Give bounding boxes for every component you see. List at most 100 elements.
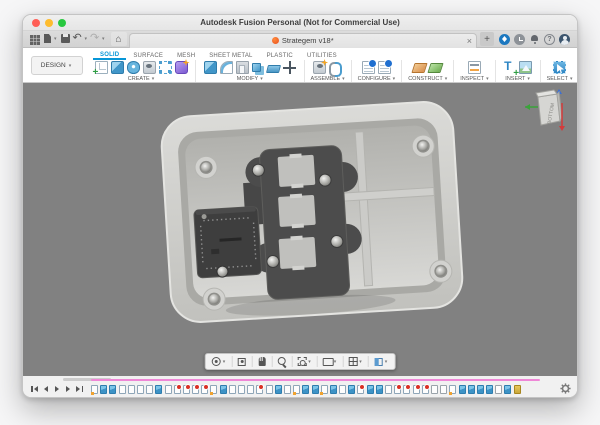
timeline-feature-40[interactable]	[448, 385, 457, 395]
timeline-settings-button[interactable]	[560, 382, 571, 394]
timeline-feature-19[interactable]	[256, 384, 265, 394]
timeline-feature-16[interactable]	[228, 385, 236, 394]
tab-mesh[interactable]: MESH	[170, 53, 202, 60]
offset-face-icon[interactable]	[266, 64, 281, 73]
timeline-feature-18[interactable]	[247, 385, 255, 394]
shell-icon[interactable]	[235, 61, 249, 74]
timeline-feature-34[interactable]	[394, 384, 403, 394]
step-forward-button[interactable]	[64, 385, 72, 393]
axis-x-arrow[interactable]	[559, 126, 565, 131]
new-component-icon[interactable]	[313, 61, 327, 74]
timeline-feature-17[interactable]	[238, 385, 245, 394]
design-workspace-dropdown[interactable]: DESIGN ▾	[31, 56, 83, 75]
display-settings-button[interactable]: ▾	[322, 356, 339, 367]
hole-icon[interactable]	[142, 61, 156, 74]
timeline-feature-47[interactable]	[513, 385, 521, 394]
timeline-feature-23[interactable]	[292, 385, 301, 395]
timeline-feature-8[interactable]	[155, 385, 163, 394]
timeline-feature-37[interactable]	[421, 384, 430, 394]
minimize-window-button[interactable]	[45, 19, 53, 27]
measure-icon[interactable]	[467, 61, 481, 74]
undo-icon[interactable]	[73, 33, 84, 45]
timeline-feature-25[interactable]	[311, 385, 319, 394]
help-icon[interactable]	[544, 33, 555, 45]
timeline-feature-14[interactable]	[209, 385, 218, 395]
timeline-feature-38[interactable]	[430, 385, 438, 394]
file-new-icon[interactable]	[42, 33, 53, 45]
close-document-icon[interactable]: ×	[467, 35, 472, 47]
notifications-icon[interactable]	[529, 34, 540, 45]
timeline-feature-28[interactable]	[339, 385, 347, 394]
zoom-window-button[interactable]	[58, 19, 66, 27]
extensions-icon[interactable]	[499, 33, 510, 45]
timeline-feature-24[interactable]	[302, 385, 310, 394]
redo-icon[interactable]	[90, 33, 101, 45]
press-pull-icon[interactable]	[203, 61, 217, 74]
job-status-icon[interactable]	[514, 33, 525, 45]
viewports-button[interactable]: ▾	[373, 356, 390, 367]
select-dropdown-label[interactable]: SELECT ▾	[547, 76, 573, 82]
timeline-feature-21[interactable]	[274, 385, 282, 394]
insert-derive-icon[interactable]	[503, 59, 519, 79]
insert-configuration-icon[interactable]	[377, 59, 393, 74]
skip-end-button[interactable]	[75, 385, 83, 393]
move-copy-icon[interactable]	[283, 61, 296, 74]
inspect-dropdown-label[interactable]: INSPECT ▾	[460, 76, 488, 82]
zoom-button[interactable]	[276, 356, 287, 367]
construct-dropdown-label[interactable]: CONSTRUCT ▾	[408, 76, 447, 82]
timeline-feature-36[interactable]	[412, 384, 421, 394]
viewport[interactable]: BOTTOM ▾ ▾ ▾ ▾ ▾	[23, 83, 577, 376]
timeline-feature-3[interactable]	[109, 385, 117, 394]
pan-button[interactable]	[256, 356, 267, 367]
timeline-feature-1[interactable]	[90, 385, 98, 395]
timeline-feature-15[interactable]	[219, 385, 227, 394]
axis-y-arrow[interactable]	[525, 104, 530, 110]
save-icon[interactable]	[60, 33, 71, 45]
look-at-button[interactable]	[236, 356, 247, 367]
timeline-feature-46[interactable]	[504, 385, 512, 394]
create-sketch-icon[interactable]	[93, 61, 108, 78]
fillet-icon[interactable]	[219, 61, 233, 74]
create-form-icon[interactable]	[174, 61, 188, 74]
timeline-feature-2[interactable]	[100, 385, 108, 394]
timeline-feature-35[interactable]	[403, 384, 412, 394]
timeline-feature-39[interactable]	[440, 385, 448, 394]
timeline-feature-31[interactable]	[366, 385, 374, 394]
timeline-feature-13[interactable]	[201, 384, 210, 394]
timeline-feature-6[interactable]	[136, 385, 144, 394]
assemble-dropdown-label[interactable]: ASSEMBLE ▾	[311, 76, 345, 82]
timeline-feature-7[interactable]	[146, 385, 154, 394]
joint-icon[interactable]	[329, 61, 343, 77]
timeline-feature-29[interactable]	[348, 385, 356, 394]
timeline-feature-43[interactable]	[476, 385, 484, 394]
timeline-feature-12[interactable]	[192, 384, 201, 394]
offset-plane-icon[interactable]	[427, 63, 444, 74]
combine-icon[interactable]	[251, 63, 261, 72]
configure-dropdown-label[interactable]: CONFIGURE ▾	[358, 76, 396, 82]
grid-snaps-button[interactable]: ▾	[347, 356, 364, 367]
modify-dropdown-label[interactable]: MODIFY ▾	[237, 76, 263, 82]
rectangular-pattern-icon[interactable]	[158, 61, 172, 74]
timeline-feature-5[interactable]	[127, 385, 135, 394]
timeline-feature-20[interactable]	[265, 385, 273, 394]
timeline-feature-45[interactable]	[495, 385, 503, 394]
home-tab-button[interactable]: ⌂	[110, 32, 127, 46]
tab-utilities[interactable]: UTILITIES	[300, 53, 344, 60]
skip-start-button[interactable]	[31, 385, 39, 393]
timeline-feature-9[interactable]	[164, 385, 172, 394]
timeline-feature-32[interactable]	[375, 385, 383, 394]
timeline-feature-27[interactable]	[329, 385, 337, 394]
timeline-feature-10[interactable]	[173, 384, 182, 394]
timeline-feature-33[interactable]	[385, 385, 392, 394]
timeline-feature-44[interactable]	[486, 385, 494, 394]
new-tab-button[interactable]: +	[480, 32, 494, 46]
timeline-feature-30[interactable]	[357, 384, 366, 394]
select-tool-icon[interactable]	[553, 61, 567, 74]
timeline-feature-26[interactable]	[320, 385, 328, 395]
step-back-button[interactable]	[42, 385, 50, 393]
configuration-table-icon[interactable]	[361, 59, 377, 74]
connector-bracket[interactable]	[193, 206, 262, 279]
document-tab[interactable]: Strategem v18* ×	[128, 32, 477, 48]
tab-plastic[interactable]: PLASTIC	[260, 53, 300, 60]
app-launcher-icon[interactable]	[29, 33, 40, 45]
